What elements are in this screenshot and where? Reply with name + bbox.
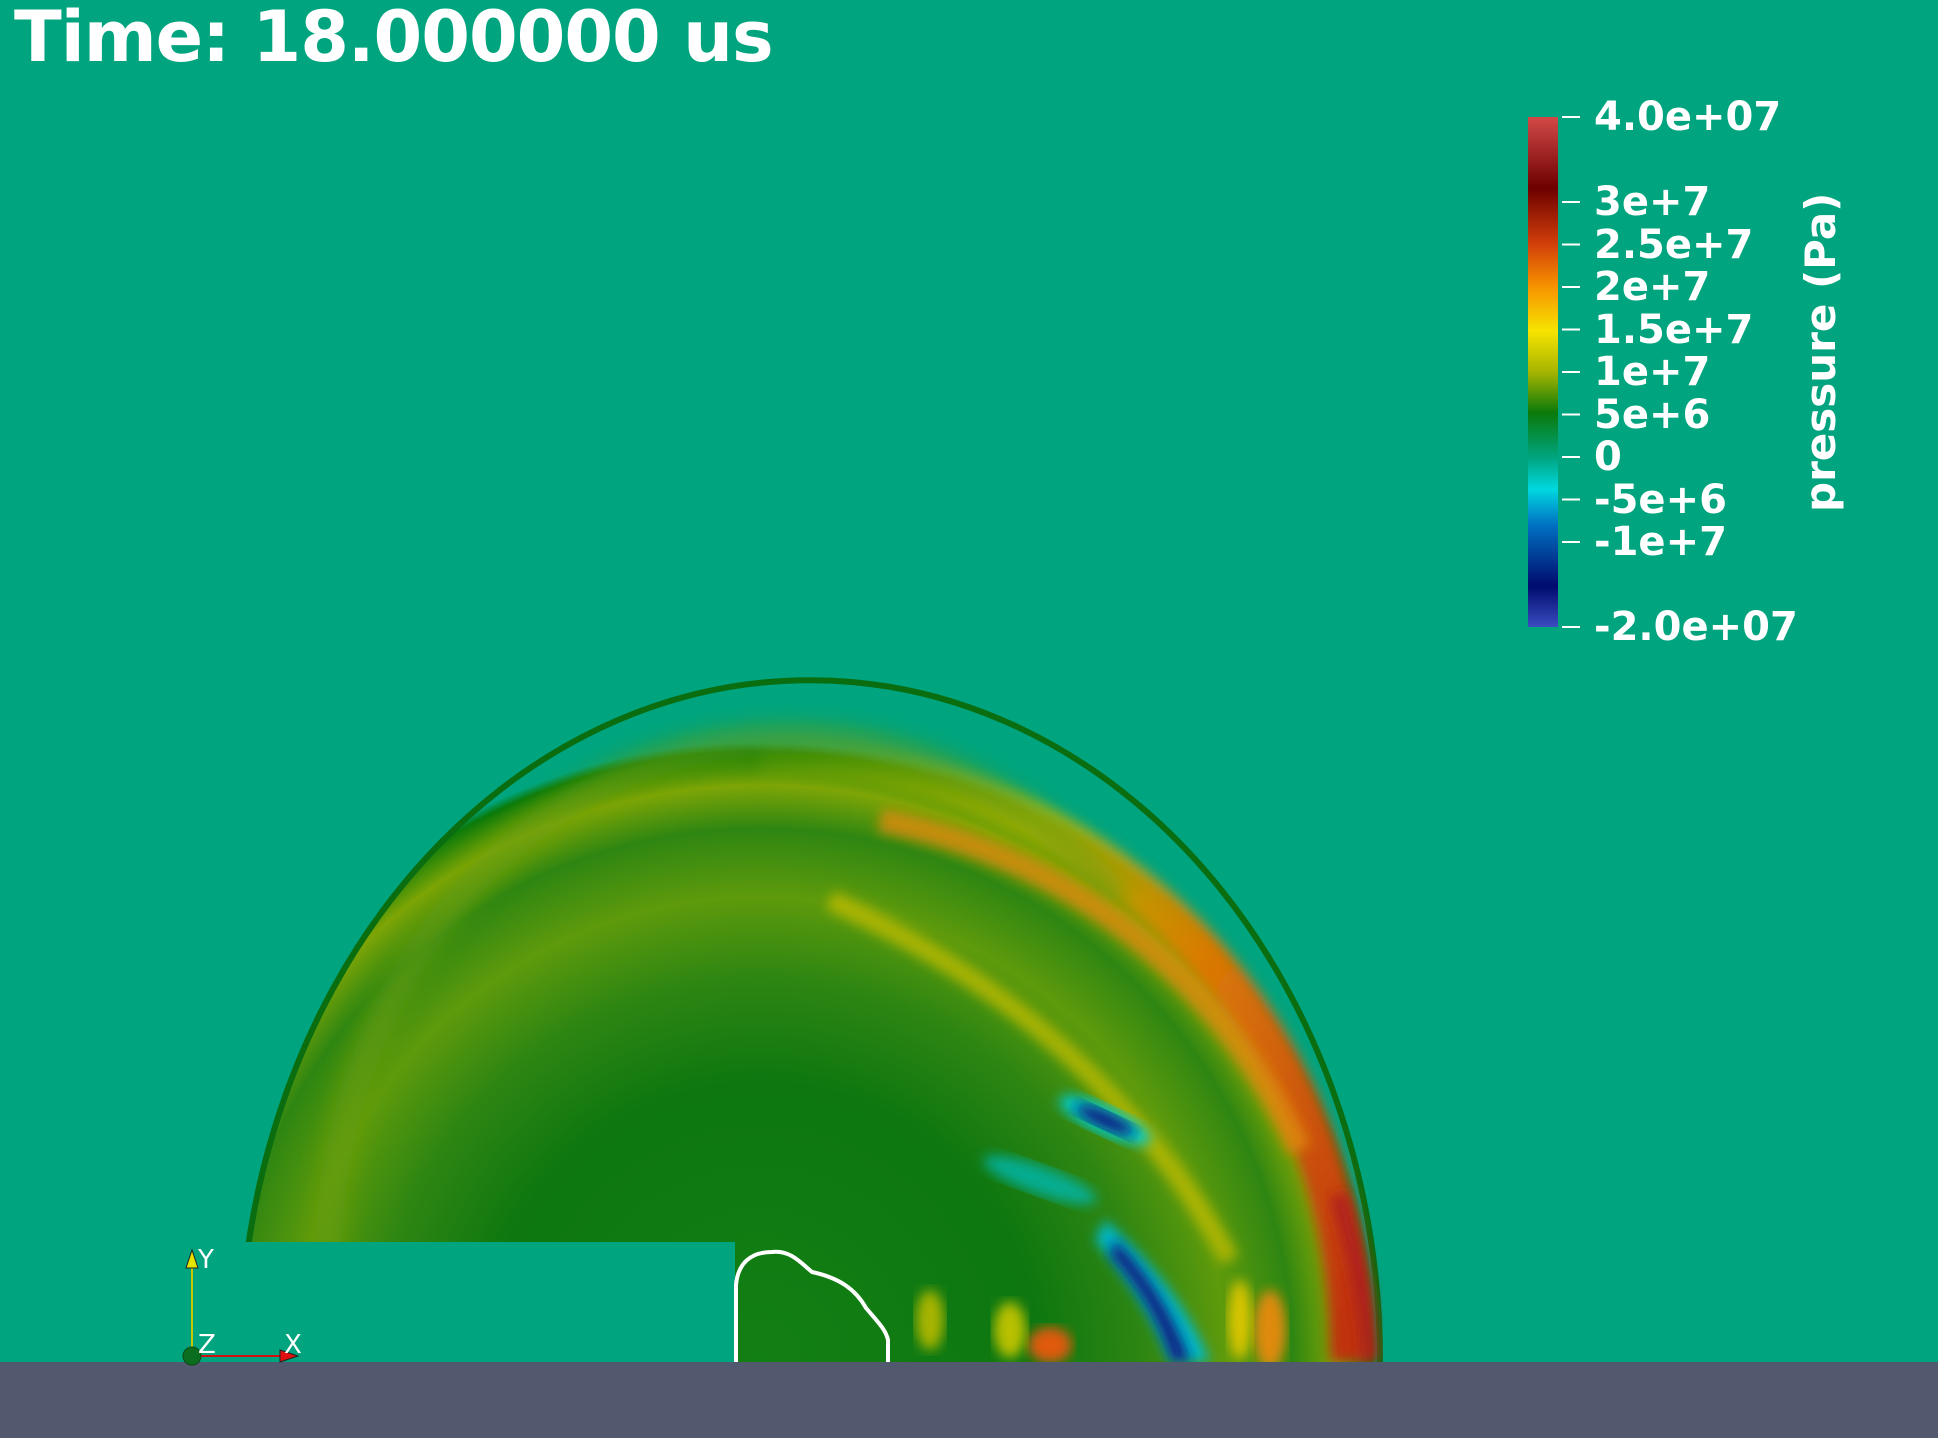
time-annotation: Time: 18.000000 us [14,0,774,78]
colorbar-tick-label: -5e+6 [1594,476,1727,523]
colorbar [1528,116,1580,628]
colorbar-tick-label: 4.0e+07 [1594,94,1782,140]
ground-plane [0,1362,1938,1438]
colorbar-tick-label: 1.5e+7 [1594,306,1754,353]
colorbar-tick-label: 5e+6 [1594,391,1711,438]
colorbar-gradient [1528,117,1558,627]
colorbar-tick-label: 1e+7 [1594,349,1711,395]
colorbar-tick-label: 2.5e+7 [1594,221,1754,268]
colorbar-ticks [1562,116,1580,628]
axis-y-label: Y [197,1245,214,1275]
colorbar-title: pressure (Pa) [1796,192,1845,512]
colorbar-tick-label: -1e+7 [1594,519,1727,565]
colorbar-tick-label: 2e+7 [1594,264,1711,310]
colorbar-tick-label: 0 [1594,434,1622,480]
colorbar-tick-label: -2.0e+07 [1594,604,1798,650]
obstacle-block [230,1242,735,1362]
colorbar-tick-label: 3e+7 [1594,179,1711,225]
axis-z-label: Z [198,1330,216,1360]
axis-x-label: X [284,1330,302,1360]
